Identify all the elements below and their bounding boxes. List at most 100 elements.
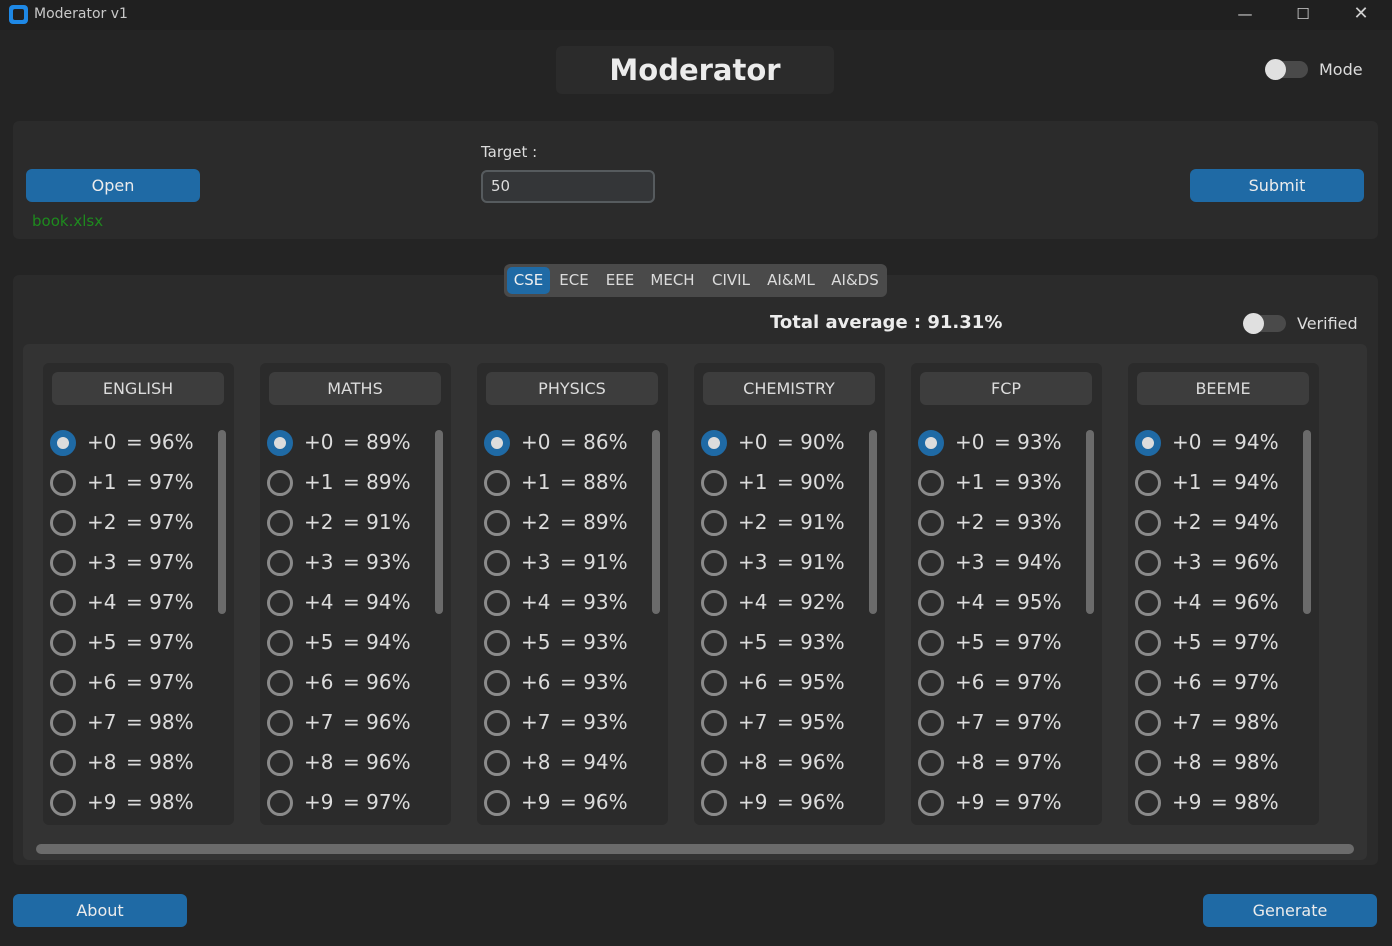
moderation-option[interactable]: +7 = 95%: [701, 708, 861, 738]
moderation-option[interactable]: +0 = 94%: [1135, 428, 1295, 458]
moderation-option[interactable]: +6 = 95%: [701, 668, 861, 698]
moderation-option[interactable]: +0 = 86%: [484, 428, 644, 458]
radio-button[interactable]: [267, 470, 293, 496]
moderation-option[interactable]: +2 = 97%: [50, 508, 210, 538]
moderation-option[interactable]: +7 = 93%: [484, 708, 644, 738]
moderation-option[interactable]: +4 = 92%: [701, 588, 861, 618]
moderation-option[interactable]: +6 = 96%: [267, 668, 427, 698]
moderation-option[interactable]: +3 = 94%: [918, 548, 1078, 578]
minimize-button[interactable]: —: [1216, 0, 1274, 30]
moderation-option[interactable]: +4 = 96%: [1135, 588, 1295, 618]
mode-switch[interactable]: [1265, 59, 1308, 80]
moderation-option[interactable]: +9 = 96%: [484, 788, 644, 818]
moderation-option[interactable]: +3 = 93%: [267, 548, 427, 578]
radio-button[interactable]: [701, 790, 727, 816]
moderation-option[interactable]: +9 = 98%: [50, 788, 210, 818]
moderation-option[interactable]: +7 = 96%: [267, 708, 427, 738]
radio-button[interactable]: [918, 630, 944, 656]
radio-button[interactable]: [267, 590, 293, 616]
moderation-option[interactable]: +4 = 97%: [50, 588, 210, 618]
radio-button[interactable]: [918, 710, 944, 736]
column-scrollbar[interactable]: [435, 430, 443, 614]
moderation-option[interactable]: +0 = 90%: [701, 428, 861, 458]
moderation-option[interactable]: +9 = 96%: [701, 788, 861, 818]
moderation-option[interactable]: +5 = 97%: [50, 628, 210, 658]
moderation-option[interactable]: +4 = 94%: [267, 588, 427, 618]
radio-button[interactable]: [267, 630, 293, 656]
moderation-option[interactable]: +1 = 97%: [50, 468, 210, 498]
subject-header[interactable]: PHYSICS: [486, 372, 658, 405]
radio-selected[interactable]: [918, 430, 944, 456]
verified-switch[interactable]: [1243, 313, 1286, 334]
radio-button[interactable]: [918, 550, 944, 576]
radio-button[interactable]: [50, 750, 76, 776]
radio-button[interactable]: [484, 630, 510, 656]
radio-button[interactable]: [918, 590, 944, 616]
moderation-option[interactable]: +2 = 91%: [267, 508, 427, 538]
column-scrollbar[interactable]: [652, 430, 660, 614]
tab-mech[interactable]: MECH: [646, 267, 699, 294]
target-input[interactable]: 50: [481, 170, 655, 203]
about-button[interactable]: About: [13, 894, 187, 927]
moderation-option[interactable]: +0 = 89%: [267, 428, 427, 458]
radio-button[interactable]: [267, 790, 293, 816]
radio-selected[interactable]: [267, 430, 293, 456]
close-button[interactable]: ✕: [1332, 0, 1390, 30]
moderation-option[interactable]: +2 = 89%: [484, 508, 644, 538]
maximize-button[interactable]: ☐: [1274, 0, 1332, 30]
tab-civil[interactable]: CIVIL: [706, 267, 756, 294]
moderation-option[interactable]: +8 = 98%: [1135, 748, 1295, 778]
radio-button[interactable]: [267, 710, 293, 736]
radio-button[interactable]: [50, 630, 76, 656]
tab-aiml[interactable]: AI&ML: [762, 267, 820, 294]
moderation-option[interactable]: +1 = 94%: [1135, 468, 1295, 498]
tab-ece[interactable]: ECE: [554, 267, 594, 294]
radio-button[interactable]: [267, 510, 293, 536]
moderation-option[interactable]: +7 = 98%: [50, 708, 210, 738]
radio-button[interactable]: [918, 790, 944, 816]
radio-button[interactable]: [484, 710, 510, 736]
radio-button[interactable]: [50, 590, 76, 616]
tab-eee[interactable]: EEE: [600, 267, 640, 294]
moderation-option[interactable]: +9 = 97%: [267, 788, 427, 818]
moderation-option[interactable]: +1 = 88%: [484, 468, 644, 498]
column-scrollbar[interactable]: [218, 430, 226, 614]
radio-button[interactable]: [701, 630, 727, 656]
moderation-option[interactable]: +2 = 93%: [918, 508, 1078, 538]
radio-button[interactable]: [1135, 710, 1161, 736]
radio-selected[interactable]: [701, 430, 727, 456]
moderation-option[interactable]: +9 = 97%: [918, 788, 1078, 818]
radio-button[interactable]: [267, 670, 293, 696]
radio-button[interactable]: [50, 550, 76, 576]
radio-button[interactable]: [50, 510, 76, 536]
radio-button[interactable]: [267, 550, 293, 576]
radio-button[interactable]: [1135, 470, 1161, 496]
subject-header[interactable]: ENGLISH: [52, 372, 224, 405]
radio-button[interactable]: [1135, 790, 1161, 816]
subject-header[interactable]: CHEMISTRY: [703, 372, 875, 405]
moderation-option[interactable]: +4 = 93%: [484, 588, 644, 618]
radio-button[interactable]: [701, 470, 727, 496]
moderation-option[interactable]: +8 = 96%: [701, 748, 861, 778]
moderation-option[interactable]: +5 = 97%: [1135, 628, 1295, 658]
radio-button[interactable]: [918, 510, 944, 536]
moderation-option[interactable]: +8 = 97%: [918, 748, 1078, 778]
moderation-option[interactable]: +6 = 97%: [50, 668, 210, 698]
radio-button[interactable]: [1135, 550, 1161, 576]
radio-button[interactable]: [1135, 630, 1161, 656]
radio-button[interactable]: [484, 670, 510, 696]
subject-header[interactable]: FCP: [920, 372, 1092, 405]
moderation-option[interactable]: +8 = 98%: [50, 748, 210, 778]
radio-button[interactable]: [1135, 510, 1161, 536]
radio-button[interactable]: [484, 550, 510, 576]
radio-button[interactable]: [50, 710, 76, 736]
column-scrollbar[interactable]: [869, 430, 877, 614]
radio-button[interactable]: [701, 710, 727, 736]
radio-button[interactable]: [701, 670, 727, 696]
moderation-option[interactable]: +4 = 95%: [918, 588, 1078, 618]
radio-button[interactable]: [918, 470, 944, 496]
open-button[interactable]: Open: [26, 169, 200, 202]
moderation-option[interactable]: +1 = 90%: [701, 468, 861, 498]
moderation-option[interactable]: +5 = 94%: [267, 628, 427, 658]
moderation-option[interactable]: +3 = 91%: [484, 548, 644, 578]
